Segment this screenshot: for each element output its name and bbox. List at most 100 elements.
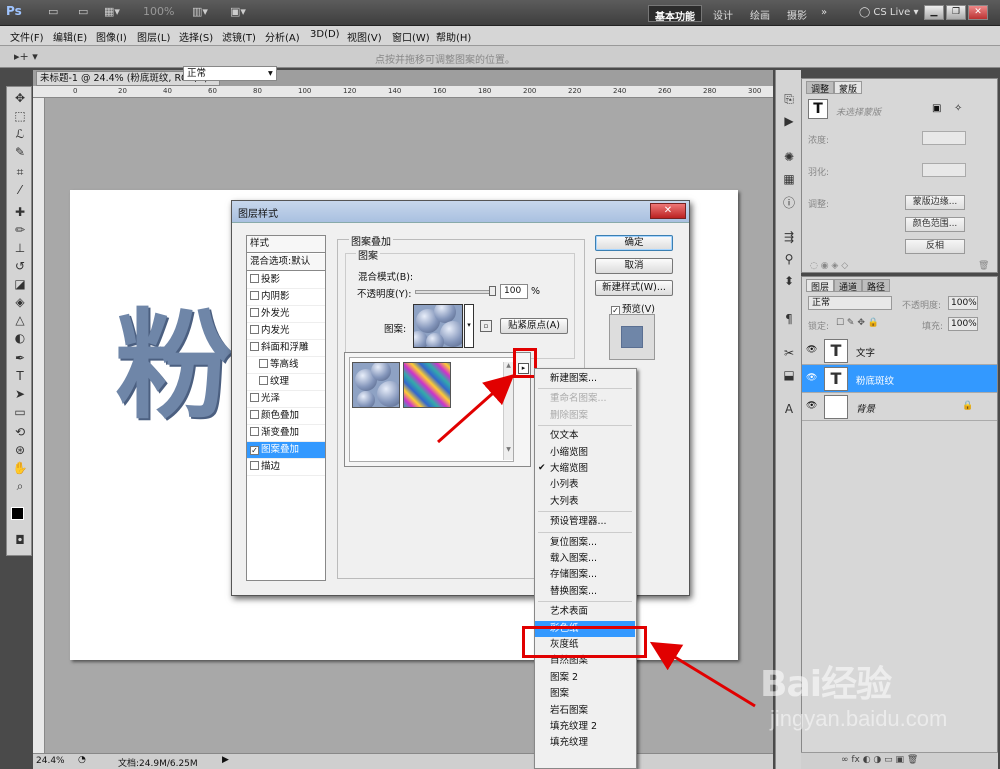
mini-bridge-icon[interactable]: ▭ [78,5,88,21]
dialog-close-icon[interactable]: ✕ [650,203,686,219]
lasso-tool-icon[interactable]: ℒ [10,127,30,145]
menu-item[interactable]: 填充纹理 [535,735,635,751]
status-zoom[interactable]: 24.4% [36,756,65,766]
menu-item[interactable]: 填充纹理 2 [535,719,635,735]
tab-channels[interactable]: 通道 [834,279,863,293]
style-inner-shadow[interactable]: 内阴影 [247,289,325,306]
new-preset-icon[interactable]: ▫ [480,320,492,332]
mask-edge-button[interactable]: 蒙版边缘... [905,195,965,210]
feather-field[interactable] [922,163,966,177]
density-field[interactable] [922,131,966,145]
menu-item[interactable]: 图案 [535,686,635,702]
pixel-mask-icon[interactable]: ▣ [932,103,941,114]
ok-button[interactable]: 确定 [595,235,673,251]
type-tool-icon[interactable]: T [10,369,30,387]
style-contour[interactable]: 等高线 [247,357,325,374]
checkbox[interactable] [250,274,259,283]
layer-opacity-field[interactable]: 100% [948,296,978,310]
preview-checkbox[interactable]: ✓ 预览(V) [611,301,655,315]
menu-item[interactable]: 大缩览图 [535,461,635,477]
layer-row[interactable]: 👁 背景 🔒 [802,393,997,421]
style-gradient-overlay[interactable]: 渐变叠加 [247,425,325,442]
menu-file[interactable]: 文件(F) [10,29,44,44]
menu-item[interactable]: 预设管理器... [535,514,635,530]
move-tool-preset-icon[interactable]: ▸+ ▾ [14,50,38,63]
quick-select-tool-icon[interactable]: ✎ [10,145,30,163]
tab-adjustments[interactable]: 调整 [806,81,835,95]
menu-item[interactable]: 小列表 [535,477,635,493]
checkbox[interactable] [250,325,259,334]
style-pattern-overlay[interactable]: ✓ 图案叠加 [247,442,325,459]
menu-filter[interactable]: 滤镜(T) [222,29,256,44]
eye-icon[interactable]: 👁 [806,373,818,383]
tab-masks[interactable]: 蒙版 [834,81,863,95]
3d-rotate-tool-icon[interactable]: ⟲ [10,425,30,443]
opacity-slider[interactable] [415,290,495,294]
eyedropper-tool-icon[interactable]: ⁄ [10,183,30,201]
snap-to-origin-button[interactable]: 贴紧原点(A) [500,318,568,334]
color-panel-icon[interactable]: ✺ [780,150,798,168]
history-brush-tool-icon[interactable]: ↺ [10,259,30,277]
menu-item[interactable]: 删除图案 [535,408,635,424]
zoom-tool-icon[interactable]: ⌕ [10,479,30,497]
zoom-level-dropdown[interactable]: 100% [143,5,174,21]
menu-view[interactable]: 视图(V) [347,29,382,44]
style-bevel-emboss[interactable]: 斜面和浮雕 [247,340,325,357]
checkbox[interactable] [259,376,268,385]
workspace-painting[interactable]: 绘画 [744,5,776,22]
marquee-tool-icon[interactable]: ⬚ [10,109,30,127]
checkbox[interactable] [250,308,259,317]
color-range-button[interactable]: 颜色范围... [905,217,965,232]
vector-mask-icon[interactable]: ✧ [954,103,962,114]
screen-mode-icon[interactable]: ▣▾ [230,5,246,21]
opacity-input[interactable]: 100 [500,284,528,299]
path-selection-tool-icon[interactable]: ➤ [10,387,30,405]
maximize-icon[interactable]: ❐ [946,5,966,20]
minimize-icon[interactable]: ▁ [924,5,944,20]
styles-header[interactable]: 样式 [247,236,325,253]
blending-options[interactable]: 混合选项:默认 [247,254,325,271]
menu-edit[interactable]: 编辑(E) [53,29,87,44]
clone-stamp-tool-icon[interactable]: ⊥ [10,241,30,259]
menu-item[interactable]: 载入图案... [535,551,635,567]
menu-item[interactable]: 新建图案... [535,371,635,387]
foreground-color-swatch[interactable] [11,507,24,520]
workspace-essentials[interactable]: 基本功能 [648,5,702,23]
blur-tool-icon[interactable]: △ [10,313,30,331]
menu-item[interactable]: 大列表 [535,494,635,510]
eraser-tool-icon[interactable]: ◪ [10,277,30,295]
tab-layers[interactable]: 图层 [806,279,835,293]
checkbox[interactable] [250,461,259,470]
character-panel-icon[interactable]: A [780,402,798,420]
workspace-more[interactable]: » [815,5,833,22]
move-tool-icon[interactable]: ✥ [10,91,30,109]
animation-panel-icon[interactable]: ⬓ [780,368,798,386]
blend-mode-select[interactable]: 正常 ▾ [183,66,277,81]
3d-panel-icon[interactable]: ✂ [780,346,798,364]
mask-footer-icons[interactable]: ◌ ◉ ◈ ◇ [810,261,848,271]
info-panel-icon[interactable]: ⓘ [780,194,798,212]
pattern-option-bubbles[interactable] [352,362,400,408]
pen-tool-icon[interactable]: ✒ [10,351,30,369]
3d-camera-tool-icon[interactable]: ⊛ [10,443,30,461]
style-outer-glow[interactable]: 外发光 [247,306,325,323]
new-style-button[interactable]: 新建样式(W)... [595,280,673,296]
hand-tool-icon[interactable]: ✋ [10,461,30,479]
status-info-icon[interactable]: ◔ [78,755,86,765]
menu-window[interactable]: 窗口(W) [392,29,430,44]
cancel-button[interactable]: 取消 [595,258,673,274]
mask-delete-icon[interactable]: 🗑 [978,261,989,271]
brush-tool-icon[interactable]: ✏ [10,223,30,241]
layer-row[interactable]: 👁 T 粉底斑纹 [802,365,997,393]
menu-item[interactable]: 岩石图案 [535,703,635,719]
view-extras-icon[interactable]: ▦▾ [104,5,120,21]
status-arrow-icon[interactable]: ▶ [222,755,229,765]
paragraph-panel-icon[interactable]: ¶ [780,312,798,330]
healing-brush-tool-icon[interactable]: ✚ [10,205,30,223]
menu-item[interactable]: 小缩览图 [535,445,635,461]
eye-icon[interactable]: 👁 [806,401,818,411]
layer-row[interactable]: 👁 T 文字 [802,337,997,365]
workspace-design[interactable]: 设计 [707,5,739,22]
menu-item[interactable]: 仅文本 [535,428,635,444]
dodge-tool-icon[interactable]: ◐ [10,331,30,349]
